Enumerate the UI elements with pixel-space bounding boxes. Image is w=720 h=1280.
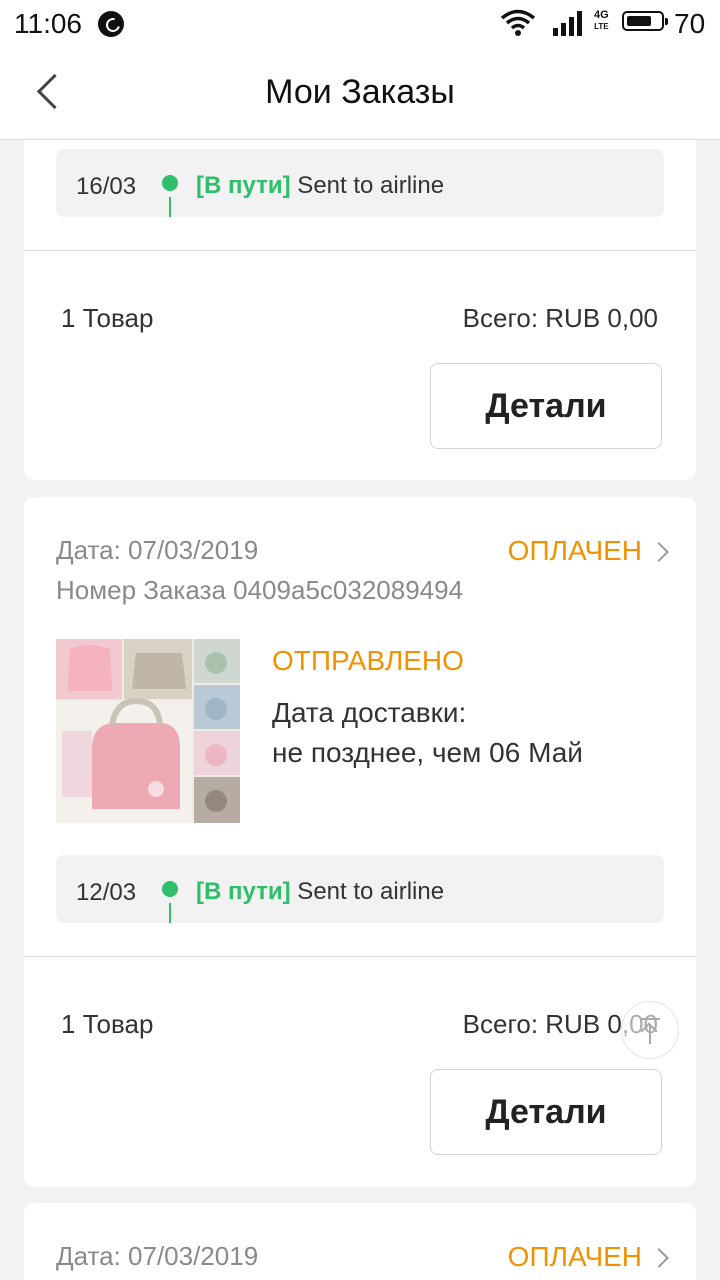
tracking-status: [В пути] [196,878,291,905]
payment-status: ОПЛАЧЕН [507,535,642,566]
order-card[interactable]: Дата: 07/03/2019 ОПЛАЧЕН Номер Заказа 04… [24,497,696,1187]
divider [24,250,696,251]
battery-icon [622,11,668,31]
arrow-up-icon [640,1018,660,1020]
tracking-date: 16/03 [76,173,137,200]
order-card[interactable]: Дата: 07/03/2019 ОПЛАЧЕН [24,1203,696,1280]
divider [24,956,696,957]
app-header: Мои Заказы [0,48,720,140]
order-date: Дата: 07/03/2019 [56,1241,259,1271]
tracking-text: [В пути] Sent to airline [196,172,445,199]
status-time: 11:06 [14,8,82,39]
tracking-info[interactable]: 16/03 [В пути] Sent to airline [56,149,664,217]
chevron-right-icon[interactable] [649,1248,669,1268]
chevron-right-icon[interactable] [649,542,669,562]
tracking-text: [В пути] Sent to airline [196,878,445,905]
item-count: 1 Товар [61,1009,154,1039]
signal-icon [553,11,582,36]
delivery-label: Дата доставки: [272,697,467,728]
payment-status: ОПЛАЧЕН [507,1241,642,1272]
page-title: Мои Заказы [265,73,455,111]
order-date: Дата: 07/03/2019 [56,535,259,565]
shipping-status: ОТПРАВЛЕНО [272,645,464,676]
details-button[interactable]: Детали [430,363,662,449]
delivery-date: не позднее, чем 06 Май [272,737,583,768]
tracking-status: [В пути] [196,172,291,199]
product-image[interactable] [56,639,240,823]
tracking-info[interactable]: 12/03 [В пути] Sent to airline [56,855,664,923]
order-total: Всего: RUB 0,00 [462,303,658,333]
tracking-dot [162,175,178,191]
network-type: 4G LTE [594,9,609,32]
order-number: Номер Заказа 0409a5c032089494 [56,575,464,605]
wifi-icon [500,9,536,36]
scroll-to-top-button[interactable] [621,1001,679,1059]
status-bar: 11:06 4G LTE 70 [0,0,720,48]
order-card: 16/03 [В пути] Sent to airline 1 Товар В… [24,140,696,480]
battery-level: 70 [674,8,706,39]
details-button[interactable]: Детали [430,1069,662,1155]
whatsapp-icon [98,11,124,37]
tracking-date: 12/03 [76,879,137,906]
tracking-dot [162,881,178,897]
item-count: 1 Товар [61,303,154,333]
